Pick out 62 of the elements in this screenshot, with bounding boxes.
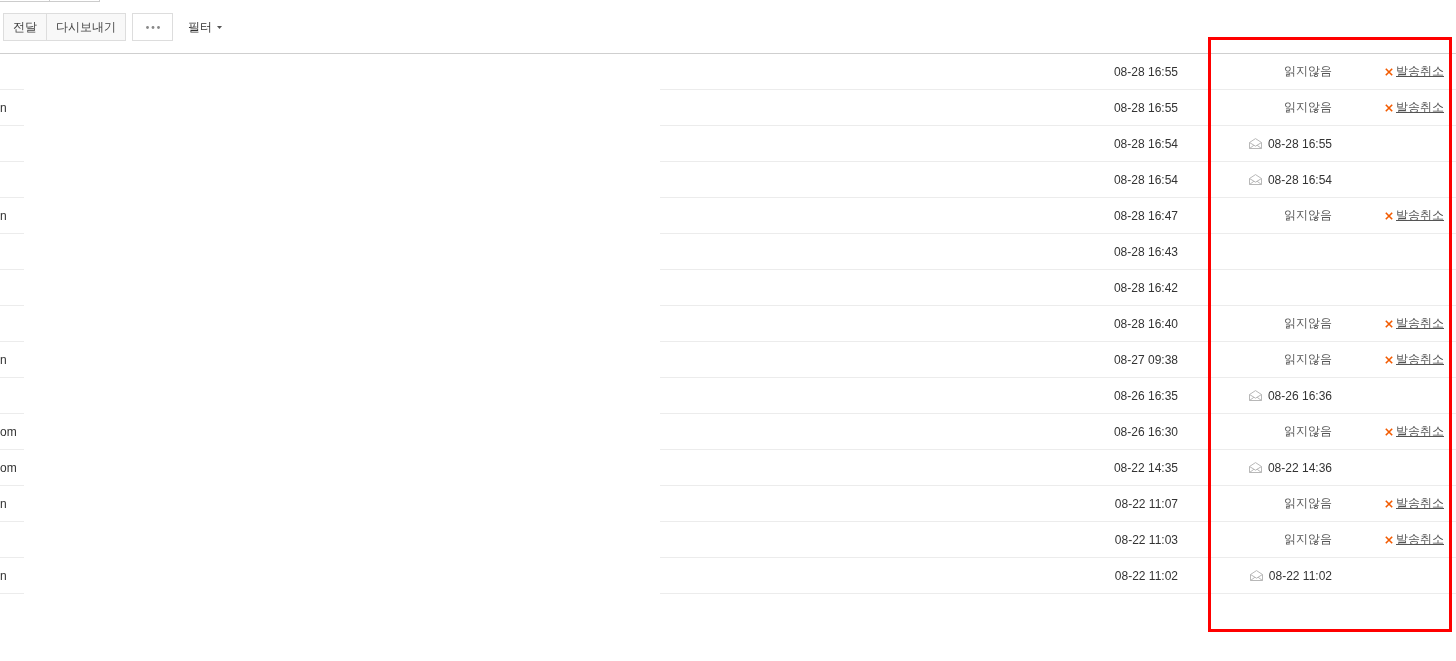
envelope-icon — [1248, 462, 1262, 473]
time-text: 08-22 14:35 — [1113, 460, 1178, 475]
more-button[interactable] — [132, 13, 173, 41]
table-cell: n — [0, 496, 7, 511]
x-icon — [1385, 67, 1393, 76]
x-icon — [1385, 355, 1393, 364]
read-time: 08-22 11:02 — [1268, 568, 1332, 583]
table-cell: om — [0, 424, 17, 439]
time-text: 08-28 16:55 — [1113, 64, 1178, 79]
table-cell: n — [0, 208, 7, 223]
read-status: 읽지않음 — [1284, 99, 1332, 116]
time-text: 08-28 16:40 — [1113, 316, 1178, 331]
caret-icon — [217, 25, 222, 29]
envelope-icon — [1248, 138, 1262, 149]
cancel-link[interactable]: 발송취소 — [1396, 423, 1444, 440]
toolbar-button[interactable]: 전달 — [3, 13, 47, 41]
cancel-link[interactable]: 발송취소 — [1396, 99, 1444, 116]
read-time: 08-28 16:55 — [1267, 136, 1332, 151]
time-text: 08-28 16:54 — [1113, 136, 1178, 151]
cancel-link[interactable]: 발송취소 — [1396, 63, 1444, 80]
time-text: 08-22 11:02 — [1114, 568, 1178, 583]
time-text: 08-28 16:43 — [1113, 244, 1178, 259]
x-icon — [1385, 103, 1393, 112]
time-text: 08-28 16:42 — [1113, 280, 1178, 295]
x-icon — [1385, 319, 1393, 328]
table-cell: n — [0, 568, 7, 583]
envelope-icon — [1249, 570, 1263, 581]
time-text: 08-27 09:38 — [1113, 352, 1178, 367]
envelope-icon — [1248, 174, 1262, 185]
x-icon — [1385, 499, 1393, 508]
time-text: 08-28 16:47 — [1113, 208, 1178, 223]
envelope-icon — [1248, 390, 1262, 401]
read-status: 읽지않음 — [1284, 495, 1332, 512]
cancel-link[interactable]: 발송취소 — [1396, 351, 1444, 368]
table-cell: n — [0, 100, 7, 115]
cancel-link[interactable]: 발송취소 — [1396, 495, 1444, 512]
read-status: 읽지않음 — [1284, 315, 1332, 332]
x-icon — [1385, 427, 1393, 436]
time-text: 08-28 16:55 — [1113, 100, 1178, 115]
time-text: 08-22 11:03 — [1114, 532, 1178, 547]
time-text: 08-22 11:07 — [1114, 496, 1178, 511]
cancel-link[interactable]: 발송취소 — [1396, 207, 1444, 224]
cancel-link[interactable]: 발송취소 — [1396, 315, 1444, 332]
read-status: 읽지않음 — [1284, 423, 1332, 440]
time-text: 08-26 16:35 — [1113, 388, 1178, 403]
x-icon — [1385, 535, 1393, 544]
read-status: 읽지않음 — [1284, 531, 1332, 548]
toolbar-button[interactable]: 다시보내기 — [46, 13, 126, 41]
read-time: 08-26 16:36 — [1267, 388, 1332, 403]
time-text: 08-28 16:54 — [1113, 172, 1178, 187]
table-cell: n — [0, 352, 7, 367]
read-time: 08-22 14:36 — [1267, 460, 1332, 475]
x-icon — [1385, 211, 1393, 220]
read-status: 읽지않음 — [1284, 351, 1332, 368]
more-icon — [145, 25, 160, 29]
filter-dropdown[interactable]: 필터 — [188, 17, 222, 37]
read-time: 08-28 16:54 — [1267, 172, 1332, 187]
read-status: 읽지않음 — [1284, 63, 1332, 80]
table-cell: om — [0, 460, 17, 475]
cancel-link[interactable]: 발송취소 — [1396, 531, 1444, 548]
time-text: 08-26 16:30 — [1113, 424, 1178, 439]
read-status: 읽지않음 — [1284, 207, 1332, 224]
